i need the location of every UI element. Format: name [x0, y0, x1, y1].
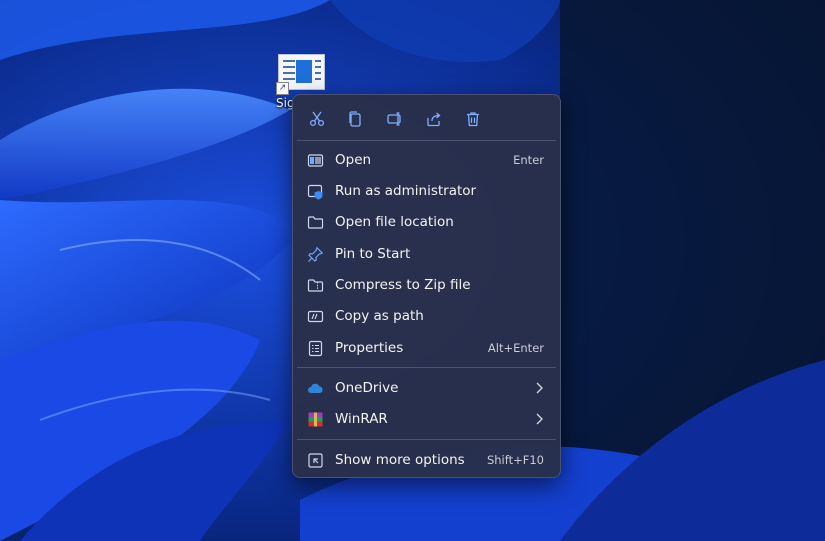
chevron-right-icon — [536, 382, 543, 394]
pin-icon — [307, 246, 324, 263]
more-options-icon — [307, 452, 324, 469]
copy-icon — [349, 111, 361, 127]
context-menu-toolbar — [293, 95, 560, 140]
menu-item-winrar[interactable]: WinRAR — [297, 404, 556, 434]
menu-item-label: Pin to Start — [335, 246, 411, 262]
cut-button[interactable] — [304, 106, 330, 132]
menu-item-label: Open file location — [335, 214, 454, 230]
menu-item-onedrive[interactable]: OneDrive — [297, 373, 556, 403]
toolbar-separator — [297, 140, 556, 141]
menu-item-label: Open — [335, 152, 372, 168]
menu-item-label: OneDrive — [335, 380, 399, 396]
shortcut-arrow-icon: ↗ — [276, 82, 289, 95]
menu-item-show-more-options[interactable]: Show more options Shift+F10 — [297, 445, 556, 475]
scissors-icon — [309, 111, 325, 127]
menu-item-properties[interactable]: Properties Alt+Enter — [297, 333, 556, 363]
menu-separator — [297, 439, 556, 440]
rename-button[interactable] — [382, 106, 408, 132]
folder-icon — [307, 214, 324, 231]
share-icon — [427, 112, 441, 127]
zip-folder-icon — [307, 277, 324, 294]
properties-icon — [307, 340, 324, 357]
menu-item-shortcut: Enter — [513, 153, 544, 167]
menu-item-shortcut: Alt+Enter — [487, 341, 544, 355]
delete-button[interactable] — [460, 106, 486, 132]
onedrive-icon — [307, 380, 324, 397]
menu-item-label: Compress to Zip file — [335, 277, 471, 293]
winrar-icon — [307, 411, 324, 428]
path-icon — [307, 308, 324, 325]
menu-item-open-file-location[interactable]: Open file location — [297, 207, 556, 237]
chevron-right-icon — [536, 413, 543, 425]
menu-item-open[interactable]: Open Enter — [297, 145, 556, 175]
menu-item-label: Properties — [335, 340, 404, 356]
context-menu: Open Enter Run as administrator Open fil… — [292, 94, 561, 478]
menu-item-label: WinRAR — [335, 411, 388, 427]
share-button[interactable] — [421, 106, 447, 132]
menu-item-label: Show more options — [335, 452, 465, 468]
menu-item-pin-to-start[interactable]: Pin to Start — [297, 239, 556, 269]
shield-window-icon — [307, 183, 324, 200]
menu-item-label: Copy as path — [335, 308, 424, 324]
copy-button[interactable] — [342, 106, 368, 132]
trash-icon — [467, 112, 479, 127]
menu-item-run-as-administrator[interactable]: Run as administrator — [297, 176, 556, 206]
menu-item-copy-as-path[interactable]: Copy as path — [297, 301, 556, 331]
app-window-icon — [307, 152, 324, 169]
menu-separator — [297, 367, 556, 368]
rename-icon — [387, 112, 401, 126]
menu-item-compress-to-zip[interactable]: Compress to Zip file — [297, 270, 556, 300]
menu-item-shortcut: Shift+F10 — [486, 453, 544, 467]
menu-item-label: Run as administrator — [335, 183, 477, 199]
